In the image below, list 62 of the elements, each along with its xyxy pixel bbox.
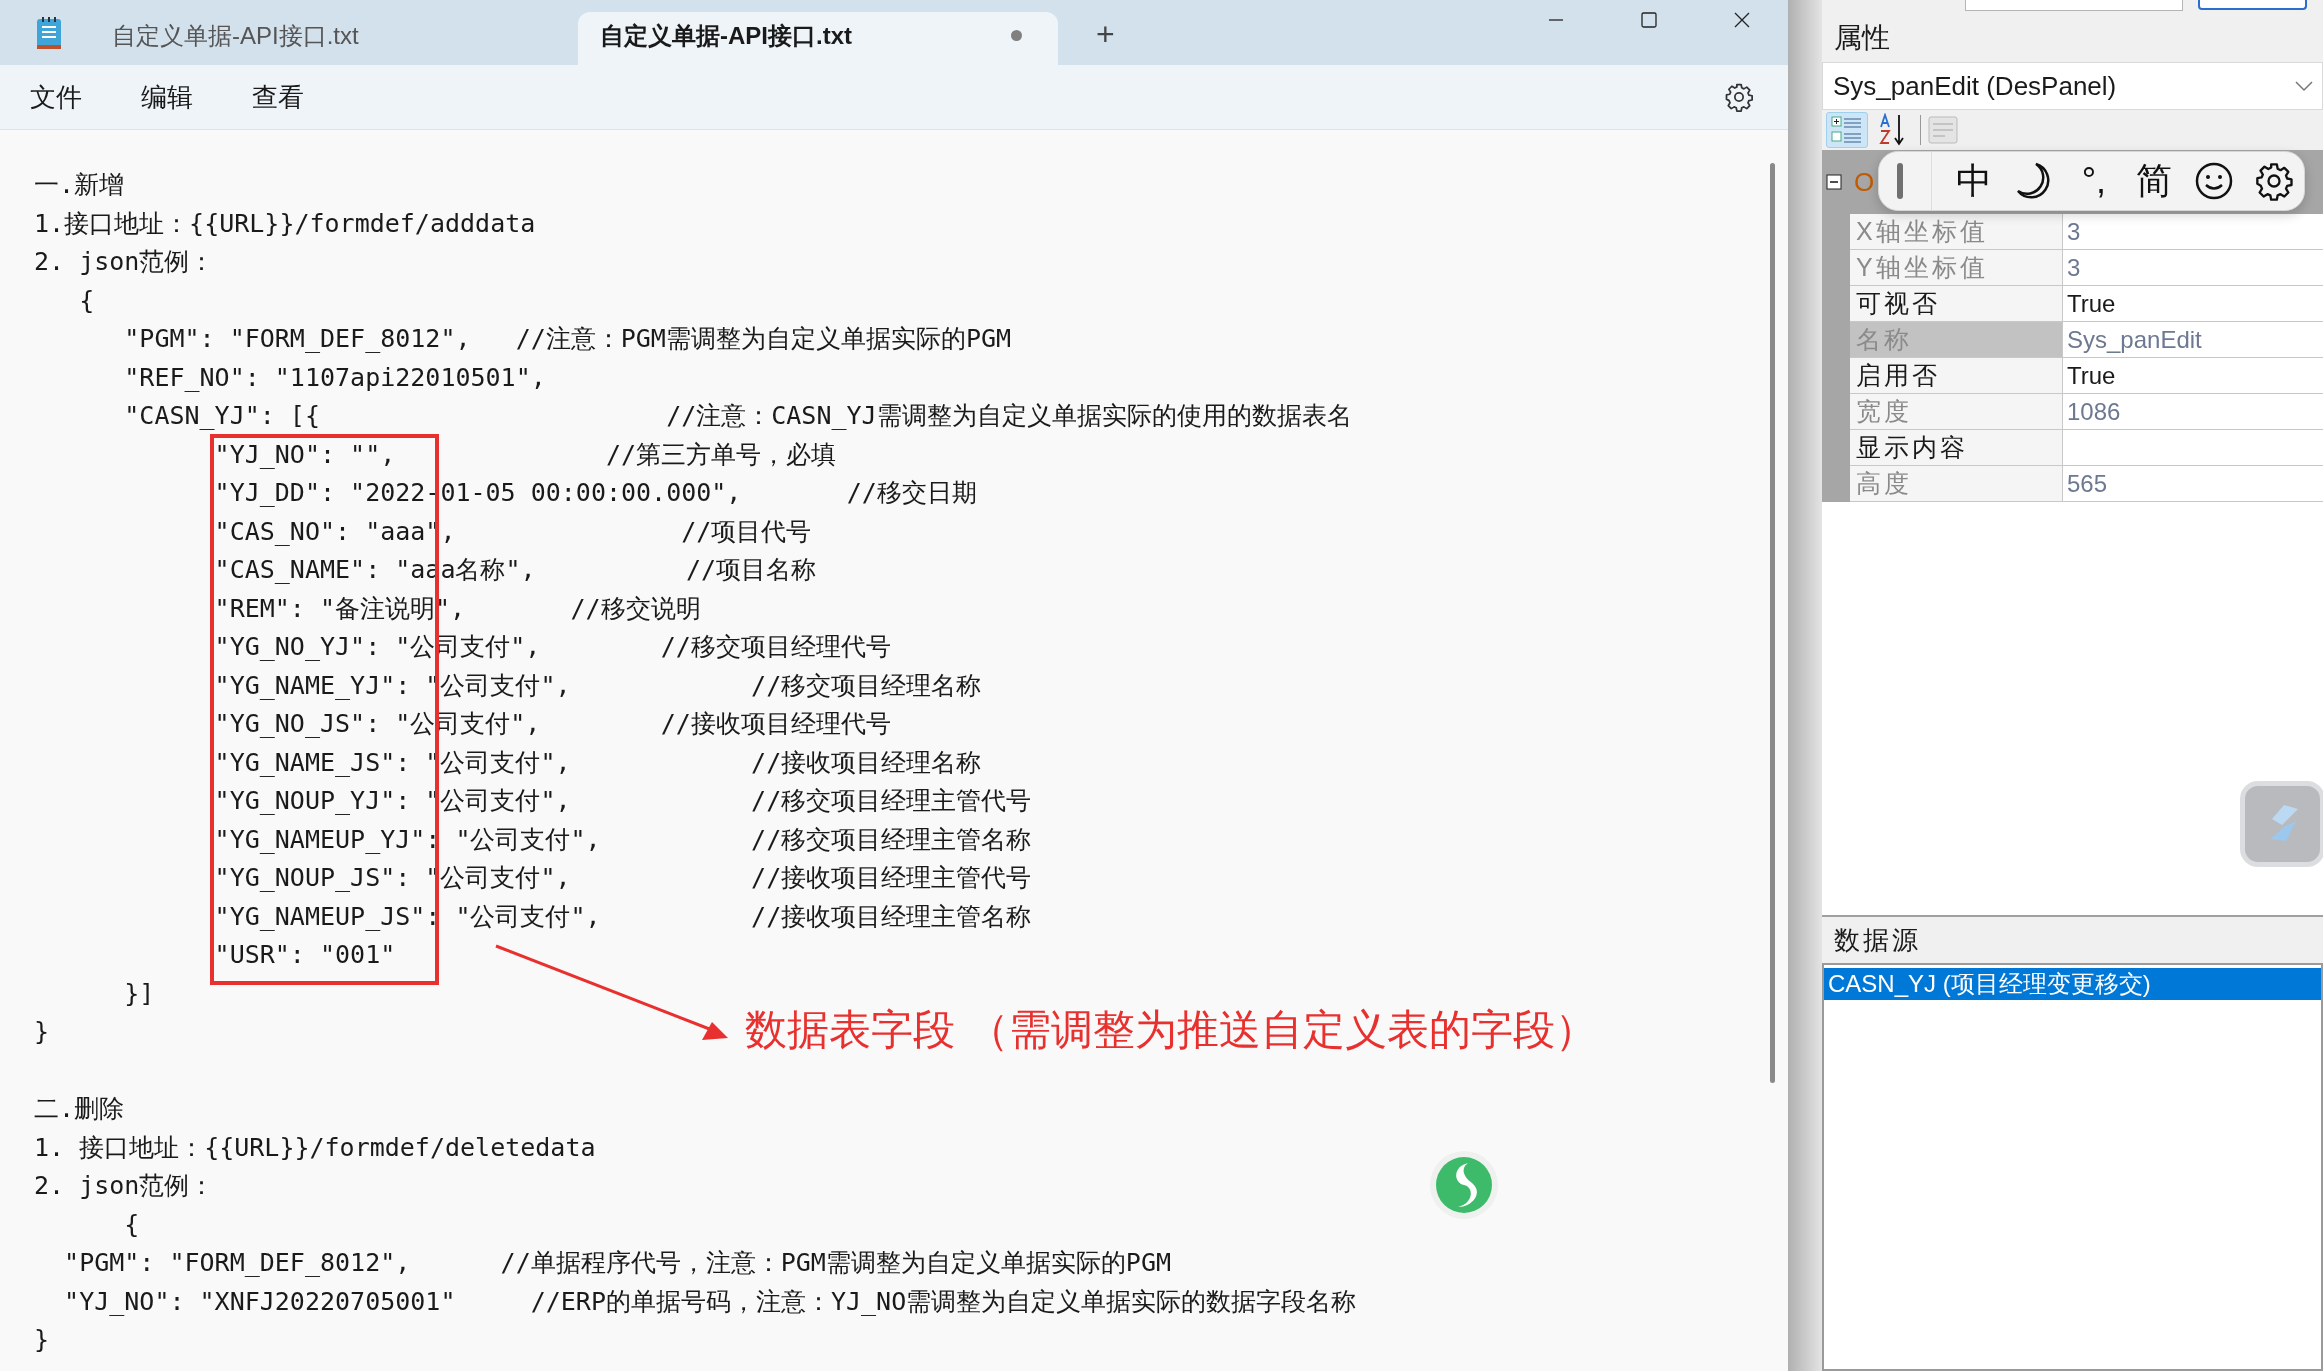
property-value[interactable]: True [2063, 358, 2323, 394]
category-label: O [1854, 166, 1875, 198]
tab[interactable]: 自定义单据-API接口.txt [90, 12, 570, 65]
code-line: "YG_NAMEUP_JS": "公司支付", //接收项目经理主管名称 [213, 900, 1032, 933]
code-line: "PGM": "FORM_DEF_8012", //单据程序代号，注意：PGM需调整为自定义单据实际的PGM [63, 1247, 1171, 1279]
categorized-icon [1831, 115, 1863, 145]
annotation-text: 数据表字段 （需调整为推送自定义表的字段） [745, 1005, 1597, 1055]
swirl-logo-icon[interactable] [1428, 1149, 1500, 1221]
group-label: 属性 [1834, 21, 1890, 55]
property-name[interactable]: 启用否 [1850, 358, 2063, 394]
menu-item[interactable]: 查看 [238, 71, 318, 123]
code-line: "CASN_YJ": [{ //注意：CASN_YJ需调整为自定义单据实际的使用的数据表名 [123, 400, 1352, 432]
property-value[interactable] [2063, 430, 2323, 466]
code-line: "YJ_NO": "", //第三方单号，必填 [213, 438, 837, 471]
code-line: { [78, 284, 95, 317]
code-line: { [123, 1208, 140, 1241]
menu-item[interactable]: 文件 [16, 71, 96, 123]
code-line: 2. json范例： [34, 1170, 215, 1202]
property-value[interactable]: Sys_panEdit [2063, 322, 2323, 358]
code-line: "REF_NO": "1107api22010501", [123, 361, 546, 394]
code-line: 1.接口地址：{{URL}}/formdef/adddata [34, 207, 536, 240]
scrollbar[interactable] [1770, 163, 1775, 1083]
property-value[interactable]: 3 [2063, 250, 2323, 286]
property-name[interactable]: 可视否 [1850, 286, 2063, 322]
code-line: 一.新增 [34, 169, 125, 201]
maximize-icon [1639, 11, 1658, 29]
code-line: 2. json范例： [34, 246, 215, 278]
floating-button[interactable] [2240, 781, 2323, 867]
notepad-icon [36, 16, 62, 50]
close-icon [1732, 11, 1751, 29]
code-line: 二.删除 [34, 1093, 125, 1125]
code-line: 1. 接口地址：{{URL}}/formdef/deletedata [34, 1131, 596, 1164]
property-value[interactable]: True [2063, 286, 2323, 322]
group-label: 数据源 [1834, 923, 1921, 957]
code-line: "USR": "001" [213, 939, 396, 971]
list-item[interactable]: CASN_YJ (项目经理变更移交) [1824, 968, 2321, 1000]
minimize-icon [1548, 19, 1563, 21]
property-pages-icon[interactable] [1927, 115, 1959, 145]
property-name[interactable]: 显示内容 [1850, 430, 2063, 466]
property-value[interactable]: 565 [2063, 466, 2323, 502]
settings-icon[interactable] [2253, 161, 2294, 201]
code-line: } [34, 1324, 50, 1356]
settings-icon[interactable] [1724, 82, 1754, 112]
ime-key[interactable]: 简 [2123, 156, 2184, 206]
grip-handle[interactable] [1897, 163, 1903, 199]
code-line: }] [123, 977, 155, 1010]
object-dropdown[interactable]: Sys_panEdit (DesPanel) [1822, 62, 2323, 110]
ime-key[interactable]: °, [2063, 160, 2124, 202]
code-line: "PGM": "FORM_DEF_8012", //注意：PGM需调整为自定义单据实际的PGM [123, 323, 1012, 355]
collapse-icon[interactable] [1826, 174, 1842, 190]
menu-item[interactable]: 编辑 [127, 71, 207, 123]
tab[interactable]: 自定义单据-API接口.txt [578, 12, 1058, 65]
smiley-icon[interactable] [2193, 161, 2234, 201]
new-tab-button[interactable]: + [1096, 16, 1115, 53]
chevron-down-icon[interactable] [2294, 80, 2314, 92]
property-value[interactable]: 3 [2063, 214, 2323, 250]
property-value[interactable]: 1086 [2063, 394, 2323, 430]
code-line: "YJ_NO": "XNFJ20220705001" //ERP的单据号码，注意：YJ_NO需调整为自定义单据实际的数据字段名称 [63, 1285, 1357, 1318]
code-line: "REM": "备注说明", //移交说明 [213, 592, 701, 625]
code-line: "YG_NAMEUP_YJ": "公司支付", //移交项目经理主管名称 [213, 823, 1032, 856]
code-line: } [34, 1016, 50, 1048]
ime-key[interactable]: 中 [1943, 156, 2004, 206]
